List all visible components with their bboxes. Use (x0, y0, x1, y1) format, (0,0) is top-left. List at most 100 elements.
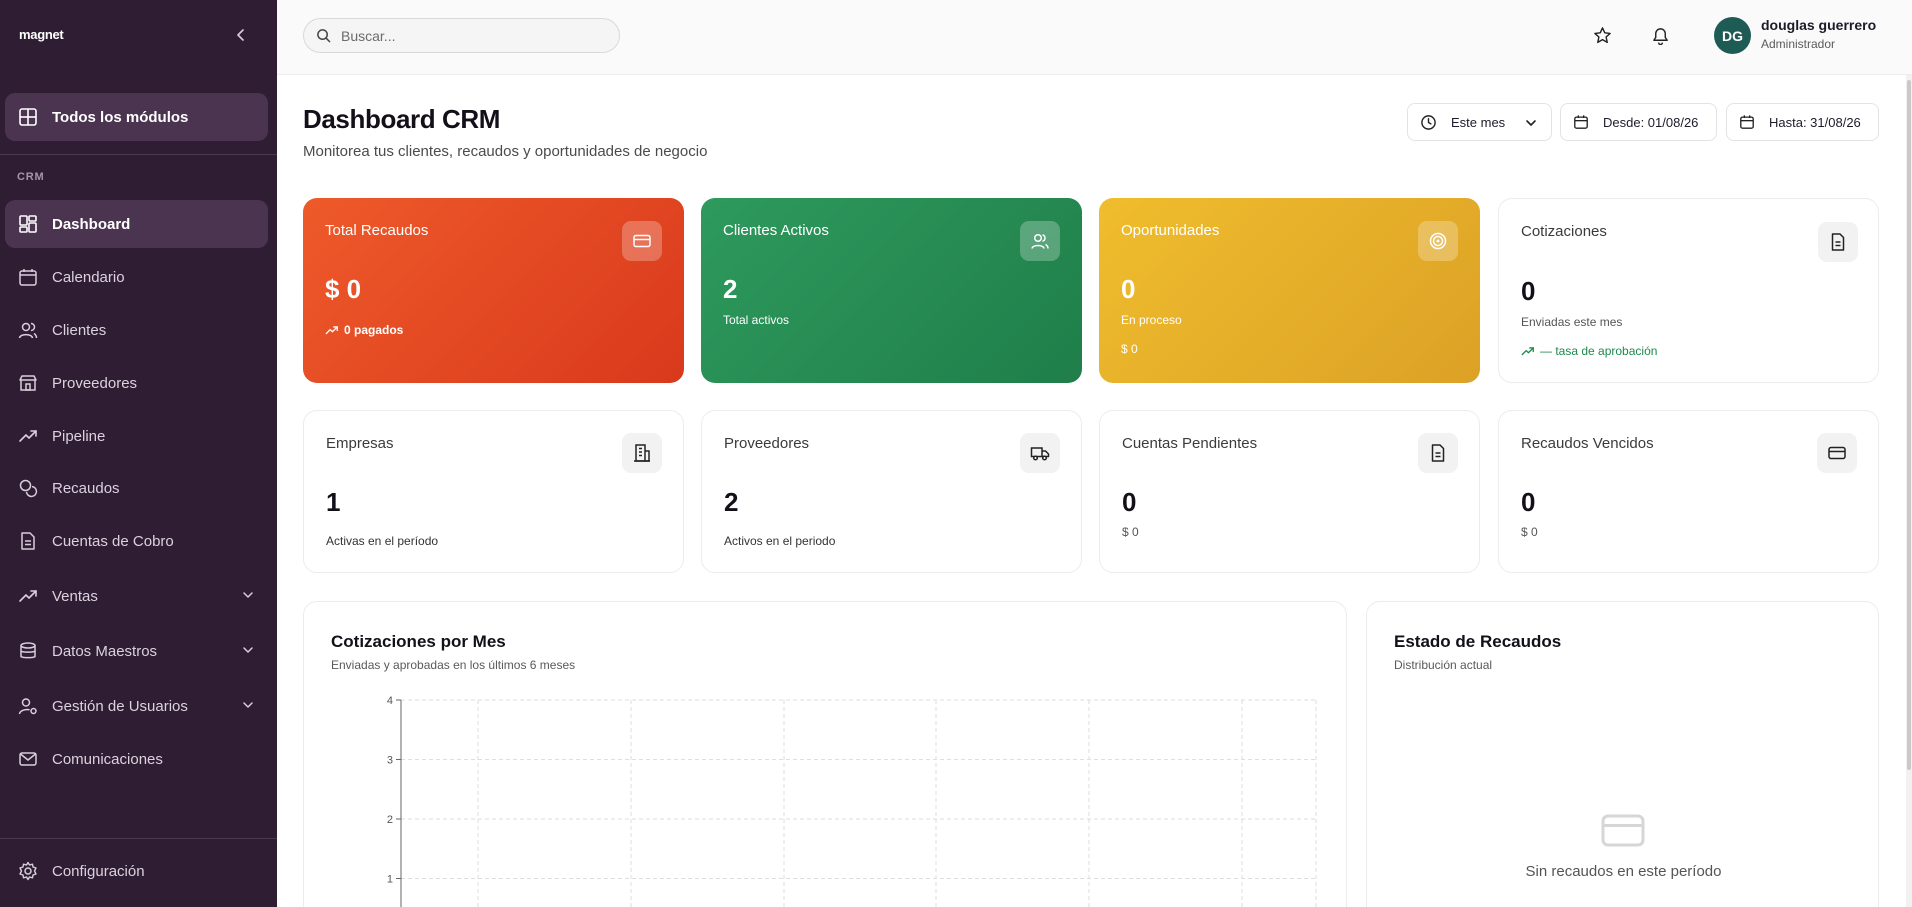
card-icon (1020, 433, 1060, 473)
card-title: Proveedores (724, 435, 810, 452)
chevron-down-icon (243, 702, 253, 708)
sidebar-item-comunicaciones[interactable]: Comunicaciones (5, 735, 268, 783)
grid-icon (19, 108, 37, 126)
card-title: Empresas (326, 435, 394, 452)
sidebar-item-proveedores[interactable]: Proveedores (5, 359, 268, 407)
card-icon (1818, 222, 1858, 262)
document-icon (1431, 444, 1445, 462)
sidebar-item-label: Configuración (52, 862, 145, 880)
cuentas-pendientes-card[interactable]: Cuentas Pendientes 0 $ 0 (1099, 410, 1480, 573)
card-value: 2 (724, 487, 739, 517)
search-input[interactable] (341, 27, 601, 44)
y-tick-label: 1 (387, 874, 393, 886)
sidebar-item-gestion-de-usuarios[interactable]: Gestión de Usuarios (5, 682, 268, 730)
card-sub: $ 0 (1122, 525, 1139, 539)
user-name[interactable]: douglas guerrero (1761, 17, 1876, 33)
favorites-button[interactable] (1588, 21, 1616, 49)
sidebar-item-recaudos[interactable]: Recaudos (5, 464, 268, 512)
card-sub-text: 0 pagados (344, 323, 404, 337)
sidebar-item-pipeline[interactable]: Pipeline (5, 412, 268, 460)
oportunidades-card[interactable]: Oportunidades 0 En proceso $ 0 (1099, 198, 1480, 383)
calendar-icon (1574, 115, 1588, 129)
card-sub: Total activos (723, 313, 790, 327)
sidebar-item-ventas[interactable]: Ventas (5, 572, 268, 620)
sidebar-divider (0, 838, 277, 839)
approval-rate: — tasa de aprobación (1521, 344, 1657, 358)
all-modules-label: Todos los módulos (52, 108, 189, 126)
search-box[interactable] (303, 18, 620, 53)
y-tick-label: 3 (387, 755, 393, 767)
credit-card-icon (1601, 814, 1645, 847)
all-modules-button[interactable]: Todos los módulos (5, 93, 268, 141)
cotizaciones-chart-panel: Cotizaciones por Mes Enviadas y aprobada… (303, 601, 1347, 907)
page-title: Dashboard CRM (303, 104, 501, 134)
sidebar-item-calendario[interactable]: Calendario (5, 253, 268, 301)
period-select[interactable]: Este mes (1407, 103, 1552, 141)
card-value: 2 (723, 274, 738, 304)
cotizaciones-chart: 4 3 2 1 (387, 695, 1317, 907)
sidebar-item-configuracion[interactable]: Configuración (5, 847, 268, 895)
sidebar-item-label: Calendario (52, 268, 125, 286)
recaudos-vencidos-card[interactable]: Recaudos Vencidos 0 $ 0 (1498, 410, 1879, 573)
card-sub: 0 pagados (325, 323, 403, 337)
date-to-picker[interactable]: Hasta: 31/08/26 (1726, 103, 1879, 141)
users-icon (18, 322, 38, 339)
dashboard-icon (19, 215, 37, 233)
card-icon (1817, 433, 1857, 473)
card-icon (1418, 433, 1458, 473)
sidebar-item-label: Dashboard (52, 215, 131, 233)
card-value: 1 (326, 487, 341, 517)
sidebar-item-label: Ventas (52, 587, 98, 605)
status-subtitle: Distribución actual (1394, 658, 1493, 672)
page-subtitle: Monitorea tus clientes, recaudos y oport… (303, 143, 708, 160)
collapse-sidebar-button[interactable] (230, 24, 252, 46)
database-icon (20, 642, 36, 659)
sidebar-item-datos-maestros[interactable]: Datos Maestros (5, 627, 268, 675)
truck-icon (1030, 447, 1050, 461)
document-icon (1831, 233, 1845, 251)
card-value: 0 (1521, 276, 1536, 306)
brand-logo[interactable]: magnet (19, 27, 64, 42)
date-from-value: Desde: 01/08/26 (1603, 114, 1699, 130)
sidebar-item-clientes[interactable]: Clientes (5, 306, 268, 354)
sidebar-item-cuentas-de-cobro[interactable]: Cuentas de Cobro (5, 517, 268, 565)
cotizaciones-card[interactable]: Cotizaciones 0 Enviadas este mes — tasa … (1498, 198, 1879, 383)
empresas-card[interactable]: Empresas 1 Activas en el período (303, 410, 684, 573)
top-bar: DG douglas guerrero Administrador (277, 0, 1912, 75)
credit-card-icon (1828, 446, 1846, 460)
chevron-down-icon (243, 647, 253, 653)
proveedores-card[interactable]: Proveedores 2 Activos en el periodo (701, 410, 1082, 573)
total-recaudos-card[interactable]: Total Recaudos $ 0 0 pagados (303, 198, 684, 383)
building-icon (634, 444, 650, 462)
notifications-button[interactable] (1646, 21, 1674, 49)
sidebar-item-label: Pipeline (52, 427, 106, 445)
card-value: 0 (1122, 487, 1137, 517)
sidebar-item-dashboard[interactable]: Dashboard (5, 200, 268, 248)
calendar-icon (19, 269, 37, 286)
scrollbar-thumb[interactable] (1907, 80, 1911, 770)
bell-icon (1652, 27, 1668, 45)
card-sub: Activos en el periodo (724, 534, 836, 548)
card-icon (1020, 221, 1060, 261)
card-title: Oportunidades (1121, 222, 1220, 239)
date-from-picker[interactable]: Desde: 01/08/26 (1560, 103, 1717, 141)
y-tick-label: 2 (387, 814, 393, 826)
chevron-down-icon (243, 592, 253, 598)
sidebar-item-label: Datos Maestros (52, 642, 158, 660)
gear-icon (19, 861, 37, 881)
mail-icon (19, 752, 37, 766)
sidebar-item-label: Gestión de Usuarios (52, 697, 188, 715)
card-title: Total Recaudos (325, 222, 429, 239)
avatar[interactable]: DG (1714, 17, 1751, 54)
card-sub: $ 0 (1521, 525, 1538, 539)
clientes-activos-card[interactable]: Clientes Activos 2 Total activos (701, 198, 1082, 383)
trend-up-icon (1521, 347, 1534, 356)
calendar-icon (1740, 115, 1754, 129)
coins-icon (19, 479, 38, 498)
sidebar-item-label: Comunicaciones (52, 750, 163, 768)
card-title: Clientes Activos (723, 222, 829, 239)
card-icon (1418, 221, 1458, 261)
card-title: Cotizaciones (1521, 223, 1607, 240)
card-title: Cuentas Pendientes (1122, 435, 1258, 452)
y-tick-label: 4 (387, 695, 393, 707)
